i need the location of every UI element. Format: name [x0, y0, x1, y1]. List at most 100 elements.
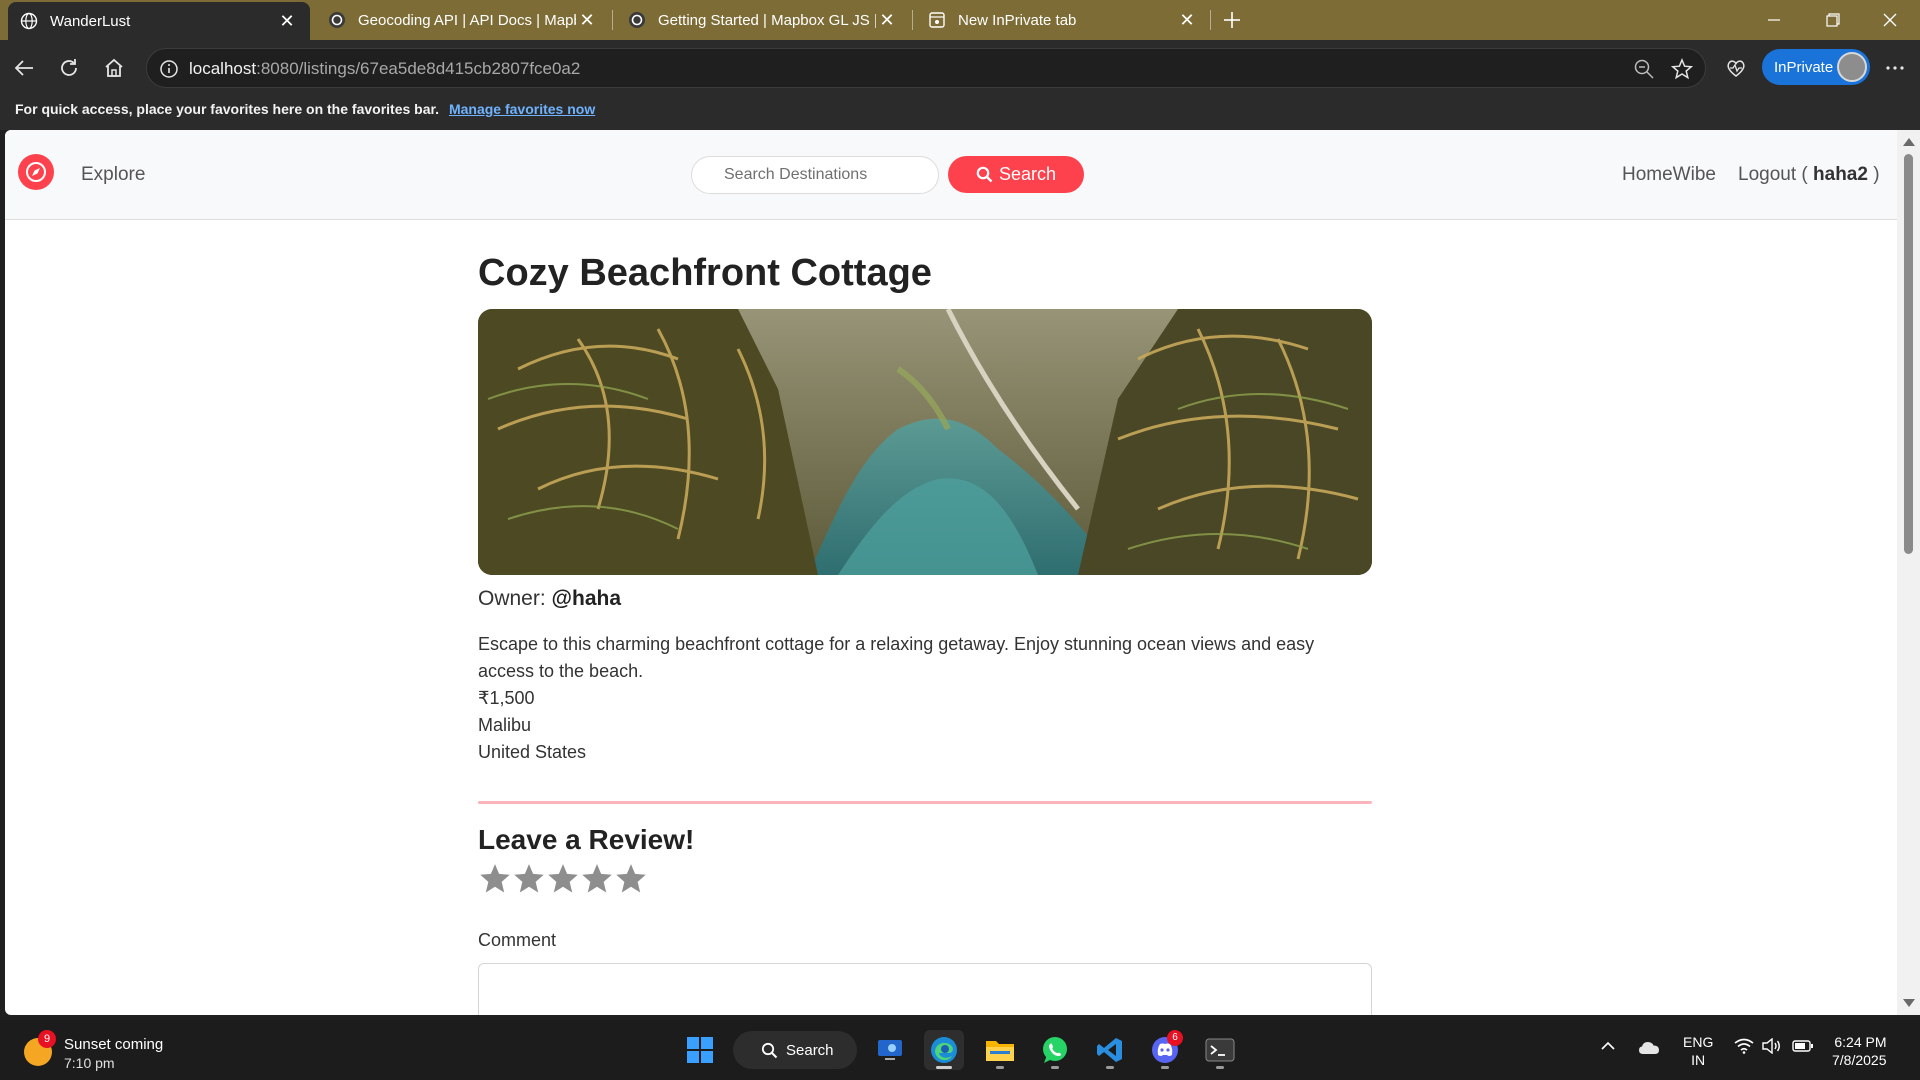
taskbar-app-edge[interactable] — [924, 1030, 964, 1070]
scroll-down-arrow-icon[interactable] — [1903, 999, 1915, 1007]
owner-handle: @haha — [551, 587, 622, 610]
search-destinations-input[interactable] — [691, 156, 939, 194]
close-tab-icon[interactable]: ✕ — [576, 10, 598, 31]
weather-badge: 9 — [38, 1030, 56, 1048]
section-divider — [478, 801, 1372, 804]
new-tab-button[interactable] — [1204, 0, 1260, 40]
tab-title: Getting Started | Mapbox GL JS | Mapbox — [658, 11, 876, 29]
terminal-icon — [1205, 1038, 1235, 1062]
close-tab-icon[interactable]: ✕ — [876, 10, 898, 31]
weather-time: 7:10 pm — [64, 1055, 115, 1071]
comment-textarea[interactable] — [478, 963, 1372, 1015]
tab-new-inprivate[interactable]: New InPrivate tab ✕ — [916, 0, 1210, 40]
star-icon-5[interactable] — [614, 862, 648, 896]
back-button[interactable] — [6, 50, 42, 86]
speaker-icon[interactable] — [1762, 1038, 1782, 1054]
tab-separator — [612, 10, 613, 30]
chevron-up-icon[interactable] — [1600, 1038, 1616, 1054]
system-clock[interactable]: 6:24 PM 7/8/2025 — [1832, 1033, 1887, 1069]
search-button[interactable]: Search — [948, 156, 1084, 193]
restore-button[interactable] — [1805, 0, 1861, 40]
language-indicator[interactable]: ENG IN — [1683, 1033, 1713, 1069]
lagoon-palm-image — [478, 309, 1372, 575]
taskbar-app-remote-desktop[interactable] — [870, 1030, 910, 1070]
listing-image — [478, 309, 1372, 575]
scrollbar-thumb[interactable] — [1904, 154, 1913, 554]
favorite-star-icon[interactable] — [1671, 58, 1693, 80]
home-button[interactable] — [96, 50, 132, 86]
tab-mapbox-getting-started[interactable]: Getting Started | Mapbox GL JS | Mapbox … — [616, 0, 910, 40]
page-scrollbar[interactable] — [1897, 130, 1920, 1015]
wifi-icon[interactable] — [1734, 1038, 1754, 1054]
cloud-icon[interactable] — [1638, 1040, 1660, 1056]
search-icon — [976, 166, 993, 183]
language-code: ENG — [1683, 1034, 1714, 1050]
search-icon — [761, 1042, 778, 1058]
running-indicator — [1161, 1066, 1169, 1069]
battery-icon[interactable] — [1792, 1038, 1814, 1054]
running-indicator — [996, 1066, 1004, 1069]
nav-explore-link[interactable]: Explore — [81, 164, 145, 186]
close-icon — [1883, 13, 1897, 27]
site-info-icon[interactable] — [159, 59, 179, 79]
taskbar-app-discord[interactable]: 6 — [1145, 1030, 1185, 1070]
url-host: localhost — [189, 59, 257, 78]
url-text[interactable]: localhost:8080/listings/67ea5de8d415cb28… — [189, 59, 580, 79]
browser-tab-strip: WanderLust ✕ Geocoding API | API Docs | … — [0, 0, 1920, 40]
page-viewport: Explore Search HomeWibe Logout ( haha2 )… — [5, 130, 1897, 1015]
close-window-button[interactable] — [1862, 0, 1918, 40]
whatsapp-icon — [1043, 1037, 1067, 1063]
running-indicator — [1106, 1066, 1114, 1069]
close-tab-icon[interactable]: ✕ — [276, 11, 298, 32]
tab-geocoding-api[interactable]: Geocoding API | API Docs | Mapbox ✕ — [316, 0, 610, 40]
restore-icon — [1826, 13, 1840, 27]
taskbar-app-vscode[interactable] — [1090, 1030, 1130, 1070]
taskbar-app-terminal[interactable] — [1200, 1030, 1240, 1070]
inprivate-profile-button[interactable]: InPrivate — [1762, 49, 1870, 85]
manage-favorites-link[interactable]: Manage favorites now — [449, 101, 595, 117]
logout-link[interactable]: Logout ( haha2 ) — [1738, 164, 1880, 186]
star-icon-1[interactable] — [478, 862, 512, 896]
site-navbar: Explore Search HomeWibe Logout ( haha2 ) — [5, 130, 1897, 220]
refresh-button[interactable] — [51, 50, 87, 86]
minimize-icon — [1768, 19, 1780, 21]
start-button[interactable] — [680, 1030, 720, 1070]
star-icon-2[interactable] — [512, 862, 546, 896]
tab-wanderlust[interactable]: WanderLust ✕ — [8, 2, 310, 40]
mapbox-icon — [329, 12, 345, 28]
nav-home-link[interactable]: HomeWibe — [1622, 164, 1716, 186]
brand-logo[interactable] — [18, 154, 54, 190]
close-tab-icon[interactable]: ✕ — [1176, 10, 1198, 31]
running-indicator — [1051, 1066, 1059, 1069]
weather-title: Sunset coming — [64, 1036, 164, 1053]
listing-country: United States — [478, 742, 587, 762]
minimize-button[interactable] — [1746, 0, 1802, 40]
settings-menu-button[interactable] — [1877, 50, 1913, 86]
star-icon-4[interactable] — [580, 862, 614, 896]
search-button-label: Search — [998, 164, 1057, 184]
weather-widget[interactable]: 9 Sunset coming 7:10 pm — [20, 1030, 200, 1074]
plus-icon — [1224, 12, 1240, 28]
address-bar[interactable]: localhost:8080/listings/67ea5de8d415cb28… — [146, 48, 1706, 88]
taskbar-search[interactable]: Search — [733, 1031, 857, 1069]
heart-pulse-icon — [1727, 60, 1745, 77]
taskbar-search-label: Search — [786, 1041, 834, 1059]
listing-description: Escape to this charming beachfront cotta… — [478, 634, 1315, 681]
logged-in-username: haha2 — [1813, 164, 1868, 185]
star-icon-3[interactable] — [546, 862, 580, 896]
inprivate-tab-icon — [929, 12, 945, 28]
browser-essentials-button[interactable] — [1718, 50, 1754, 86]
taskbar-app-file-explorer[interactable] — [980, 1030, 1020, 1070]
mapbox-icon — [629, 12, 645, 28]
listing-title: Cozy Beachfront Cottage — [478, 252, 932, 294]
running-indicator — [1216, 1066, 1224, 1069]
inprivate-label: InPrivate — [1774, 58, 1834, 76]
back-arrow-icon — [14, 60, 33, 76]
zoom-out-icon[interactable] — [1633, 58, 1655, 80]
home-icon — [105, 58, 123, 77]
scroll-up-arrow-icon[interactable] — [1903, 138, 1915, 146]
star-rating[interactable] — [478, 862, 1373, 896]
discord-notification-badge: 6 — [1167, 1030, 1183, 1046]
taskbar-app-whatsapp[interactable] — [1035, 1030, 1075, 1070]
refresh-icon — [61, 59, 77, 76]
